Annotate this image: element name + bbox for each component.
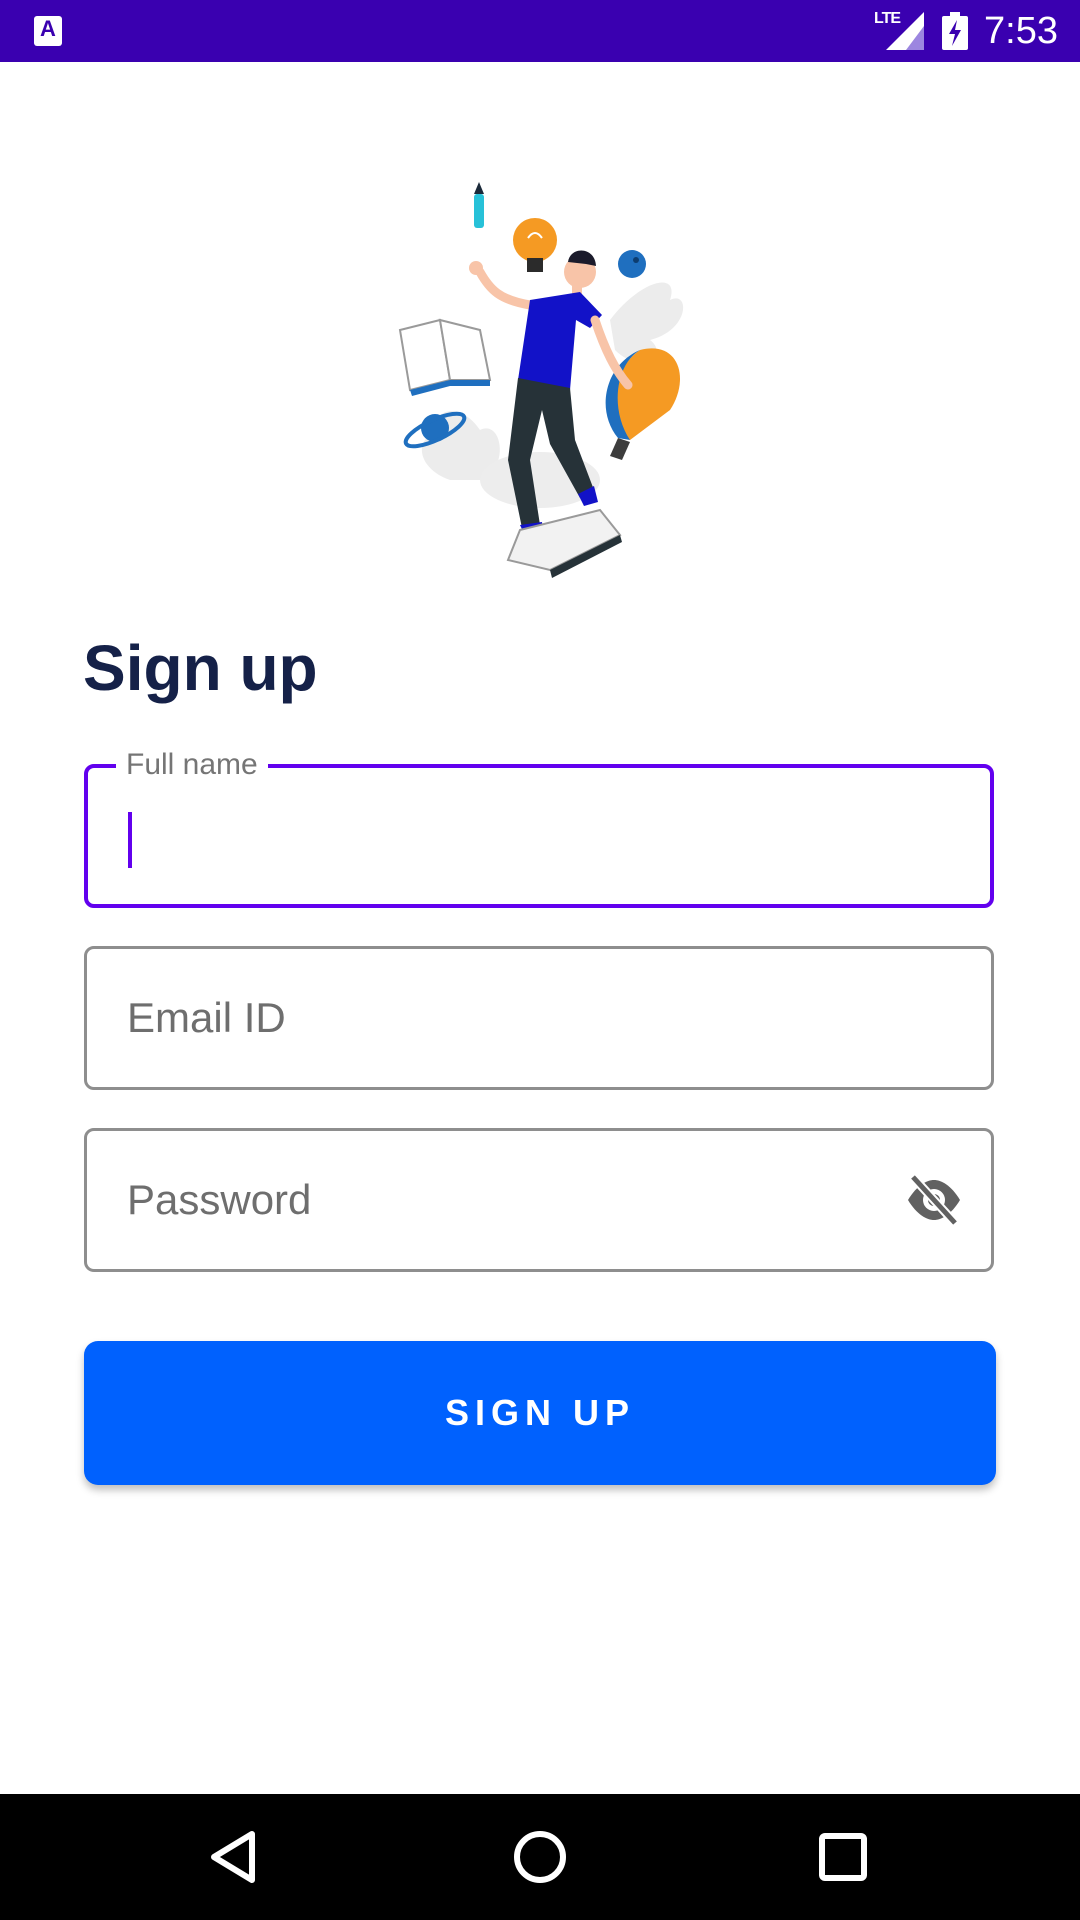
password-input[interactable] xyxy=(127,1131,907,1269)
navigation-bar xyxy=(0,1794,1080,1920)
full-name-input[interactable] xyxy=(128,768,908,906)
recents-icon[interactable] xyxy=(808,1822,878,1892)
signup-screen: A LTE 7:53 Sign up Full name Email ID SI… xyxy=(0,0,1080,1920)
password-field[interactable] xyxy=(84,1128,994,1272)
signal-icon xyxy=(886,12,924,50)
email-input[interactable] xyxy=(127,949,907,1087)
battery-charging-icon xyxy=(942,12,968,50)
page-title: Sign up xyxy=(83,632,318,704)
status-bar: A LTE 7:53 xyxy=(0,0,1080,62)
person-juggling-ideas-illustration xyxy=(398,182,684,578)
home-icon[interactable] xyxy=(505,1822,575,1892)
status-time: 7:53 xyxy=(984,10,1058,52)
app-notification-icon: A xyxy=(34,16,62,46)
full-name-field[interactable]: Full name xyxy=(84,746,994,908)
back-icon[interactable] xyxy=(200,1822,270,1892)
eye-off-icon[interactable] xyxy=(905,1173,963,1227)
email-field[interactable] xyxy=(84,946,994,1090)
sign-up-button[interactable]: SIGN UP xyxy=(84,1341,996,1485)
